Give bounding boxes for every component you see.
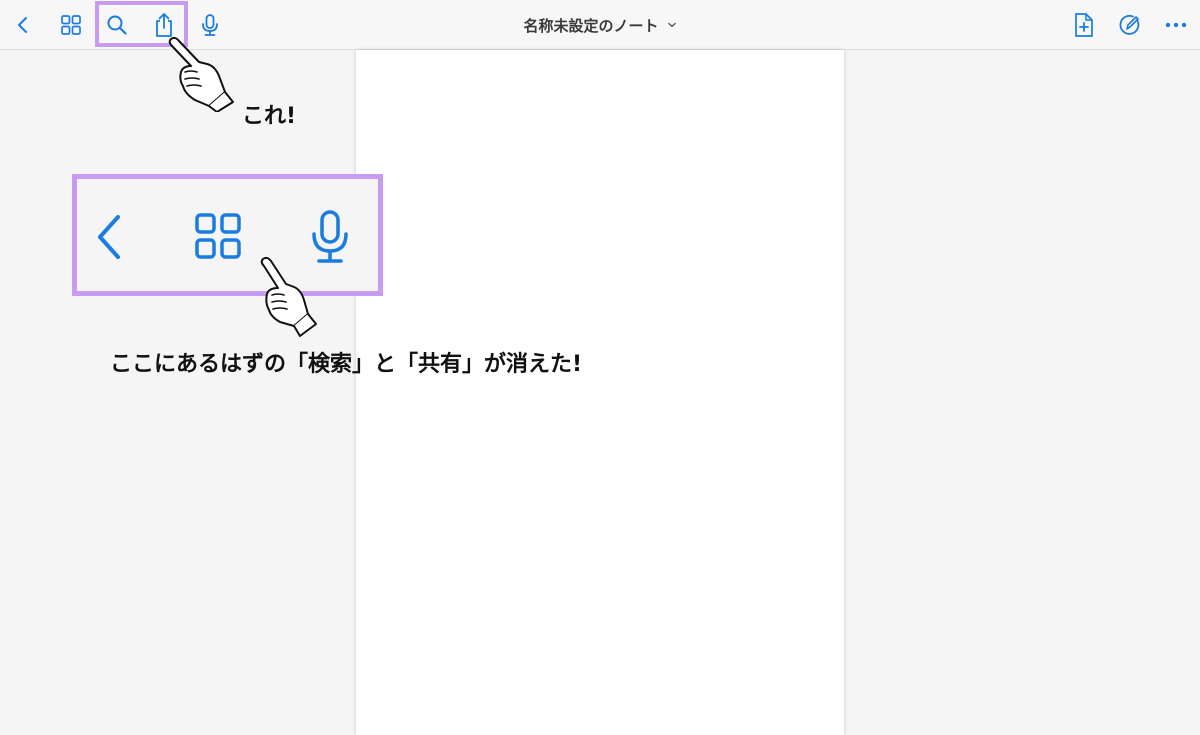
more-icon: [1165, 22, 1187, 28]
thumbnails-button[interactable]: [57, 11, 85, 39]
document-title-button[interactable]: 名称未設定のノート: [523, 15, 676, 36]
grid-icon: [61, 15, 81, 35]
pointing-hand-icon: [260, 256, 317, 337]
zoomed-toolbar-box: [72, 174, 383, 296]
annotation-this-label: これ!: [242, 104, 297, 129]
add-page-button[interactable]: [1070, 11, 1098, 39]
chevron-left-icon: [98, 215, 120, 259]
zoomed-thumbnails-button: [193, 211, 243, 261]
annotation-missing-label: ここにあるはずの「検索」と「共有」が消えた!: [110, 352, 583, 377]
pen-button[interactable]: [1116, 11, 1144, 39]
chevron-left-icon: [18, 17, 27, 33]
document-title: 名称未設定のノート: [523, 16, 659, 35]
note-page[interactable]: [356, 50, 844, 735]
pencil-circle-icon: [1119, 15, 1140, 35]
microphone-icon: [202, 14, 218, 36]
more-button[interactable]: [1162, 11, 1190, 39]
zoomed-back-button: [87, 209, 131, 265]
grid-icon: [195, 213, 241, 259]
microphone-button[interactable]: [196, 11, 224, 39]
back-button[interactable]: [9, 11, 37, 39]
add-page-icon: [1075, 13, 1093, 37]
chevron-down-icon: [667, 21, 677, 29]
pointing-hand-icon: [168, 36, 234, 112]
app-window: 名称未設定のノート これ! ここにあるはずの「検索」と「共有」が消えた!: [0, 0, 1200, 735]
